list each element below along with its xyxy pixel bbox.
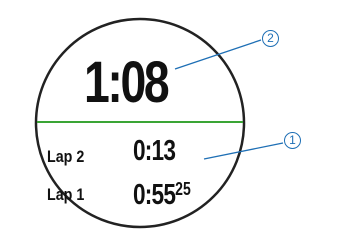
lap-2-label: Lap 2 [47, 147, 85, 166]
lap-1-time: 0:5525 [133, 175, 191, 210]
lap-1-time-value: 0:55 [133, 179, 176, 211]
lap-2-time-value: 0:13 [133, 135, 176, 167]
lap-1-hundredths: 25 [175, 179, 191, 199]
watch-screen-diagram: 1:08 Lap 2 0:13 Lap 1 0:5525 2 1 [0, 0, 339, 242]
lap-1-label: Lap 1 [47, 185, 85, 204]
main-timer: 1:08 [84, 50, 170, 115]
callout-1-number: 1 [284, 132, 301, 149]
callout-2-number: 2 [262, 30, 279, 47]
lap-2-time: 0:13 [133, 135, 176, 167]
